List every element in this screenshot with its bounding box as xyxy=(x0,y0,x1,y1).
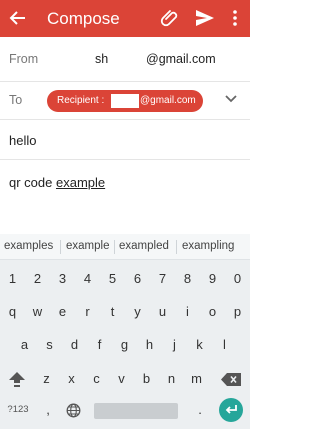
compose-body[interactable]: qr code example xyxy=(9,175,105,190)
key-d[interactable]: d xyxy=(62,330,87,360)
symbols-key[interactable]: ?123 xyxy=(3,395,33,425)
key-9[interactable]: 9 xyxy=(200,264,225,294)
keyboard: examples example exampled exampling 1 2 … xyxy=(0,234,250,429)
key-f[interactable]: f xyxy=(87,330,112,360)
suggestion-divider xyxy=(114,240,115,254)
from-label: From xyxy=(9,52,39,66)
key-s[interactable]: s xyxy=(37,330,62,360)
key-b[interactable]: b xyxy=(134,364,159,394)
key-l[interactable]: l xyxy=(212,330,237,360)
app-bar: Compose xyxy=(0,0,250,37)
key-4[interactable]: 4 xyxy=(75,264,100,294)
key-period[interactable]: . xyxy=(190,395,210,425)
key-a[interactable]: a xyxy=(12,330,37,360)
suggestion-item[interactable]: examples xyxy=(4,240,53,252)
key-c[interactable]: c xyxy=(84,364,109,394)
key-g[interactable]: g xyxy=(112,330,137,360)
letter-row-3: z x c v b n m xyxy=(0,364,250,394)
body-text: qr code xyxy=(9,175,56,190)
key-k[interactable]: k xyxy=(187,330,212,360)
from-domain: @gmail.com xyxy=(146,52,216,66)
suggestion-strip: examples example exampled exampling xyxy=(0,234,250,260)
key-v[interactable]: v xyxy=(109,364,134,394)
from-row[interactable]: From sh @gmail.com xyxy=(0,37,250,82)
key-u[interactable]: u xyxy=(150,297,175,327)
letter-row-1: q w e r t y u i o p xyxy=(0,297,250,327)
suggestion-item[interactable]: exampled xyxy=(119,240,169,252)
recipient-chip[interactable]: Recipient : @gmail.com xyxy=(47,90,203,112)
space-bar[interactable] xyxy=(94,403,178,419)
key-0[interactable]: 0 xyxy=(225,264,250,294)
number-row: 1 2 3 4 5 6 7 8 9 0 xyxy=(0,264,250,294)
key-r[interactable]: r xyxy=(75,297,100,327)
body-composing-word: example xyxy=(55,175,106,190)
from-user: sh xyxy=(95,52,109,66)
subject-field[interactable]: hello xyxy=(0,120,250,160)
key-8[interactable]: 8 xyxy=(175,264,200,294)
key-e[interactable]: e xyxy=(50,297,75,327)
globe-icon[interactable] xyxy=(66,403,81,418)
suggestion-item[interactable]: exampling xyxy=(182,240,234,252)
key-q[interactable]: q xyxy=(0,297,25,327)
key-6[interactable]: 6 xyxy=(125,264,150,294)
subject-value: hello xyxy=(9,133,37,148)
backspace-icon[interactable] xyxy=(221,373,241,386)
enter-button[interactable] xyxy=(219,398,243,422)
key-j[interactable]: j xyxy=(162,330,187,360)
letter-row-2: a s d f g h j k l xyxy=(0,330,250,360)
key-m[interactable]: m xyxy=(184,364,209,394)
key-x[interactable]: x xyxy=(59,364,84,394)
key-n[interactable]: n xyxy=(159,364,184,394)
more-options-icon[interactable] xyxy=(228,8,242,28)
key-o[interactable]: o xyxy=(200,297,225,327)
bottom-row: ?123 , . xyxy=(0,395,250,425)
send-icon[interactable] xyxy=(194,8,216,28)
enter-icon xyxy=(225,405,237,414)
suggestion-item[interactable]: example xyxy=(66,240,109,252)
key-w[interactable]: w xyxy=(25,297,50,327)
key-comma[interactable]: , xyxy=(38,395,58,425)
recipient-chip-prefix: Recipient : xyxy=(57,95,105,106)
recipient-chip-domain: @gmail.com xyxy=(140,95,196,106)
key-y[interactable]: y xyxy=(125,297,150,327)
key-p[interactable]: p xyxy=(225,297,250,327)
to-row[interactable]: To Recipient : @gmail.com xyxy=(0,82,250,120)
suggestion-divider xyxy=(60,240,61,254)
key-2[interactable]: 2 xyxy=(25,264,50,294)
key-i[interactable]: i xyxy=(175,297,200,327)
key-h[interactable]: h xyxy=(137,330,162,360)
shift-icon[interactable] xyxy=(8,371,26,388)
chevron-down-icon[interactable] xyxy=(224,94,238,104)
key-7[interactable]: 7 xyxy=(150,264,175,294)
redacted-block xyxy=(111,94,139,108)
suggestion-divider xyxy=(176,240,177,254)
key-3[interactable]: 3 xyxy=(50,264,75,294)
to-label: To xyxy=(9,93,23,107)
attachment-icon[interactable] xyxy=(160,8,180,28)
key-t[interactable]: t xyxy=(100,297,125,327)
back-arrow-icon[interactable] xyxy=(8,8,28,28)
key-1[interactable]: 1 xyxy=(0,264,25,294)
key-z[interactable]: z xyxy=(34,364,59,394)
key-5[interactable]: 5 xyxy=(100,264,125,294)
page-title: Compose xyxy=(47,9,120,28)
